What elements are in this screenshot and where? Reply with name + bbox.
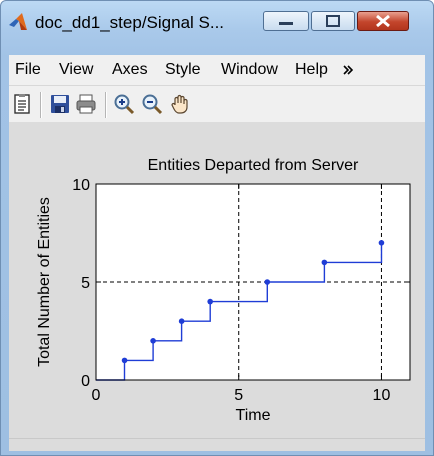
menu-style[interactable]: Style [165, 61, 201, 79]
save-icon[interactable] [49, 93, 71, 115]
title-bar[interactable]: doc_dd1_step/Signal S... [1, 1, 433, 41]
edit-plot-icon[interactable] [11, 93, 33, 115]
minimize-button[interactable] [263, 11, 309, 31]
x-tick-label: 5 [234, 387, 243, 404]
close-button[interactable] [357, 11, 409, 31]
maximize-button[interactable] [311, 11, 355, 31]
data-point-marker [178, 318, 185, 324]
window-title: doc_dd1_step/Signal S... [35, 13, 225, 32]
x-tick-label: 10 [373, 387, 391, 404]
pan-hand-icon[interactable] [169, 93, 191, 115]
menu-axes[interactable]: Axes [112, 61, 148, 79]
matlab-logo-icon [9, 13, 27, 30]
toolbar [9, 85, 425, 122]
data-point-marker [264, 279, 271, 285]
menu-bar: File View Axes Style Window Help [9, 55, 425, 85]
menu-overflow-chevron-icon[interactable] [343, 65, 353, 75]
x-tick-label: 0 [92, 387, 101, 404]
close-icon [376, 14, 390, 28]
menu-file[interactable]: File [15, 61, 41, 79]
toolbar-separator [40, 92, 42, 118]
toolbar-separator [105, 92, 107, 118]
figure-bottom-bar [9, 438, 425, 451]
minimize-icon [279, 22, 293, 25]
y-tick-labels: 0 5 10 [72, 177, 90, 390]
menu-window[interactable]: Window [221, 61, 278, 79]
step-plot[interactable]: Entities Departed from Server Time Total… [9, 122, 425, 438]
data-point-marker [321, 259, 328, 266]
maximize-icon [326, 15, 340, 27]
y-axis-label: Total Number of Entities [36, 197, 53, 367]
x-tick-labels: 0 5 10 [92, 387, 391, 404]
chart-title: Entities Departed from Server [148, 157, 359, 174]
menu-help[interactable]: Help [295, 61, 328, 79]
data-point-marker [150, 338, 156, 344]
menu-view[interactable]: View [59, 61, 93, 79]
y-tick-label: 10 [72, 177, 90, 194]
figure-area: Entities Departed from Server Time Total… [9, 122, 425, 438]
zoom-out-icon[interactable] [141, 93, 163, 115]
x-axis-label: Time [236, 407, 271, 424]
print-icon[interactable] [75, 93, 97, 115]
y-tick-label: 5 [81, 275, 90, 292]
data-point-marker [207, 298, 213, 305]
zoom-in-icon[interactable] [113, 93, 135, 115]
y-tick-label: 0 [81, 373, 90, 390]
data-point-marker [378, 240, 385, 246]
scope-window: doc_dd1_step/Signal S... File View Axes … [0, 0, 434, 456]
data-point-marker [121, 357, 128, 364]
